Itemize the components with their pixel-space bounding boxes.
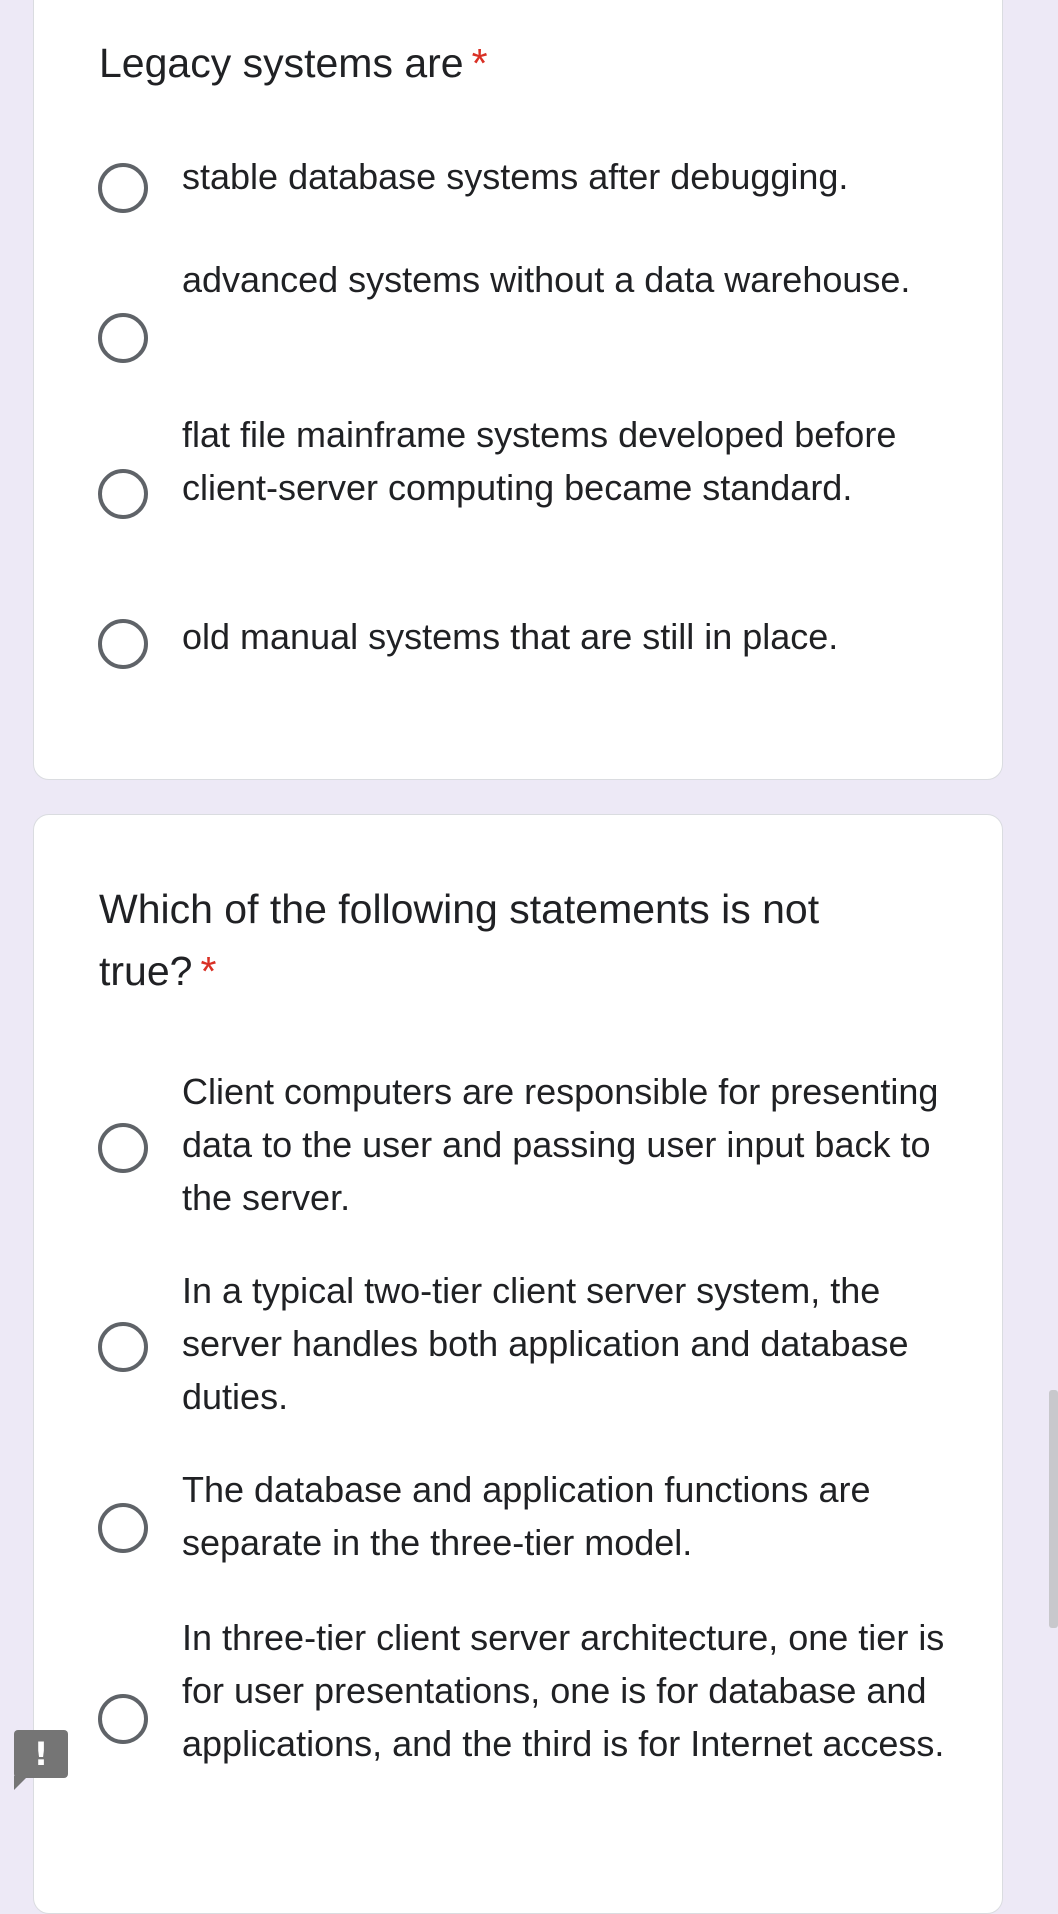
- option-label: The database and application functions a…: [182, 1469, 871, 1563]
- radio-button[interactable]: [98, 1694, 148, 1744]
- radio-button[interactable]: [98, 163, 148, 213]
- radio-button[interactable]: [98, 1503, 148, 1553]
- question-title-text: Legacy systems are: [99, 40, 464, 86]
- scrollbar-thumb[interactable]: [1049, 1390, 1058, 1628]
- required-asterisk: *: [200, 948, 217, 994]
- question-title: Legacy systems are *: [99, 32, 899, 94]
- radio-button[interactable]: [98, 313, 148, 363]
- question-card-not-true: Which of the following statements is not…: [33, 814, 1003, 1914]
- radio-button[interactable]: [98, 1123, 148, 1173]
- required-asterisk: *: [471, 40, 488, 86]
- report-issue-icon[interactable]: !: [14, 1730, 68, 1778]
- radio-button[interactable]: [98, 469, 148, 519]
- question-title: Which of the following statements is not…: [99, 878, 899, 1002]
- option-label: In a typical two-tier client server syst…: [182, 1270, 909, 1417]
- report-issue-icon-tail: [14, 1776, 28, 1790]
- radio-button[interactable]: [98, 619, 148, 669]
- option-label: flat file mainframe systems developed be…: [182, 414, 897, 508]
- radio-button[interactable]: [98, 1322, 148, 1372]
- option-label: advanced systems without a data warehous…: [182, 259, 911, 300]
- option-label: Client computers are responsible for pre…: [182, 1071, 939, 1218]
- option-label: stable database systems after debugging.: [182, 156, 849, 197]
- option-label: In three-tier client server architecture…: [182, 1617, 945, 1764]
- option-label: old manual systems that are still in pla…: [182, 616, 839, 657]
- question-card-legacy-systems: Legacy systems are * stable database syst…: [33, 0, 1003, 780]
